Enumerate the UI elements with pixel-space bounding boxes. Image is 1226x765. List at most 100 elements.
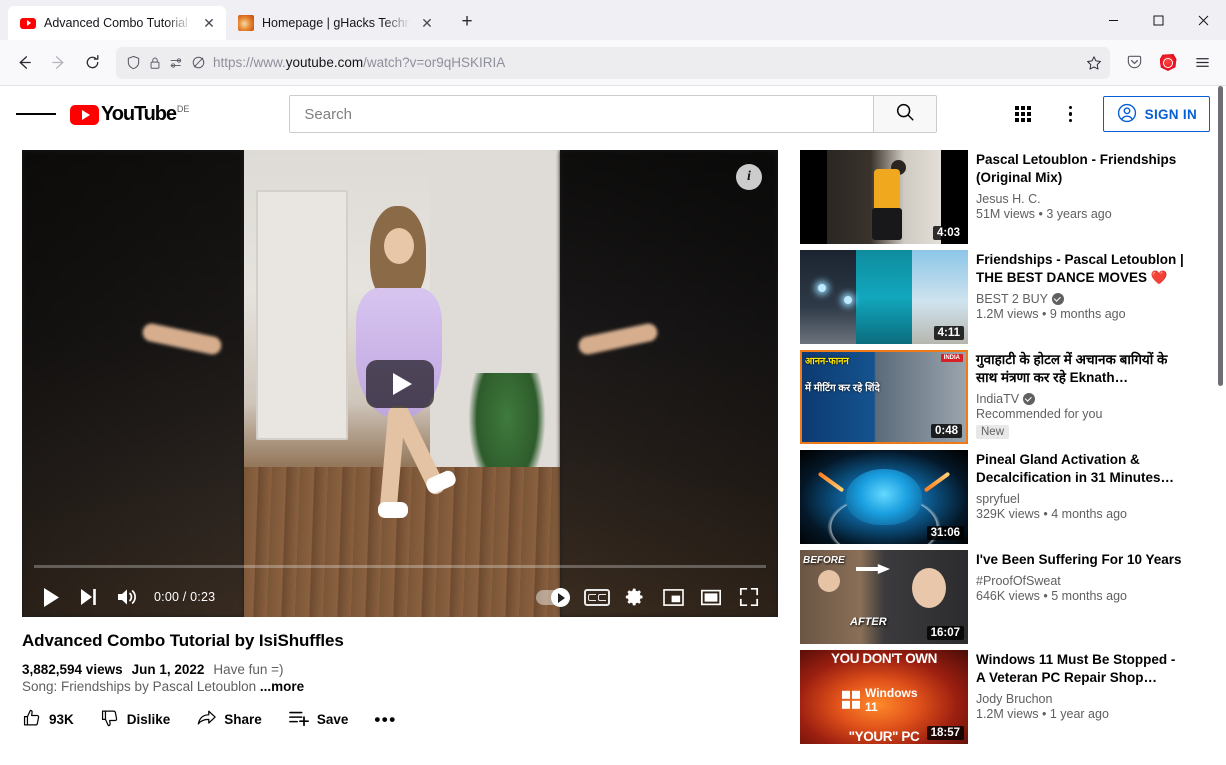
close-icon[interactable]: ✕ (418, 14, 436, 32)
video-title: Advanced Combo Tutorial by IsiShuffles (22, 631, 344, 650)
dislike-button[interactable]: Dislike (100, 708, 171, 731)
captions-button[interactable] (578, 578, 616, 616)
ublock-icon[interactable] (1152, 47, 1184, 79)
thumbnail-text: BEFORE (803, 555, 845, 566)
thumbnail-text: आनन-फानन (805, 356, 849, 367)
view-count: 3,882,594 views (22, 662, 123, 677)
forward-icon[interactable] (42, 47, 74, 79)
channel-name-row: Jody Bruchon (976, 692, 1186, 706)
close-icon[interactable]: ✕ (200, 14, 218, 32)
lock-icon[interactable] (148, 56, 162, 70)
youtube-logo[interactable]: YouTube DE (70, 103, 189, 125)
channel-name-row: BEST 2 BUY (976, 292, 1186, 306)
guide-menu-icon[interactable] (16, 94, 56, 134)
settings-gear-icon[interactable] (616, 578, 654, 616)
url-bar[interactable]: https://www.youtube.com/watch?v=or9qHSKI… (116, 46, 1110, 79)
video-title: Windows 11 Must Be Stopped - A Veteran P… (976, 652, 1176, 686)
sign-in-button[interactable]: SIGN IN (1102, 96, 1210, 132)
video-duration: 4:03 (932, 226, 964, 240)
app-menu-icon[interactable] (1186, 47, 1218, 79)
search-icon (894, 101, 916, 128)
search-button[interactable] (873, 95, 938, 133)
youtube-icon (20, 15, 36, 31)
video-meta: 1.2M views • 9 months ago (976, 307, 1126, 322)
dislike-label: Dislike (126, 712, 171, 727)
thumbnail-logo: INDIA (940, 354, 963, 362)
video-metadata: Advanced Combo Tutorial by IsiShuffles 3… (22, 617, 778, 731)
recommended-video-item[interactable]: आनन-फानन में मीटिंग कर रहे शिंदे INDIA 0… (800, 350, 1186, 444)
video-title: Pascal Letoublon - Friendships (Original… (976, 152, 1177, 186)
apps-grid-icon[interactable] (1003, 94, 1043, 134)
like-button[interactable]: 93K (22, 708, 74, 731)
minimize-button[interactable] (1091, 0, 1136, 40)
recommended-video-item[interactable]: 31:06 Pineal Gland Activation & Decalcif… (800, 450, 1186, 544)
bookmark-star-icon[interactable] (1086, 55, 1102, 71)
save-button[interactable]: Save (288, 708, 348, 731)
video-thumbnail[interactable]: 4:03 (800, 150, 968, 244)
windows-logo-icon: Windows 11 (842, 686, 926, 714)
search-input[interactable]: Search (289, 95, 874, 133)
channel-name: spryfuel (976, 492, 1020, 507)
more-actions-button[interactable]: ••• (374, 710, 396, 730)
video-description: Song: Friendships by Pascal Letoublon ..… (22, 679, 778, 694)
pocket-icon[interactable] (1118, 47, 1150, 79)
new-tab-button[interactable]: + (452, 7, 482, 37)
upload-date: Jun 1, 2022 (131, 662, 205, 677)
permissions-icon[interactable] (169, 56, 184, 70)
window-controls (1091, 0, 1226, 40)
close-window-button[interactable] (1181, 0, 1226, 40)
recommended-video-item[interactable]: BEFORE AFTER 16:07 I've Been Suffering F… (800, 550, 1186, 644)
share-button[interactable]: Share (196, 708, 262, 731)
browser-tab-youtube[interactable]: Advanced Combo Tutorial by Isi ✕ (8, 6, 226, 40)
watch-page-content: i 0:00 / 0:23 Advanced Combo Tutorial by… (0, 142, 1226, 750)
autoplay-toggle[interactable] (528, 578, 578, 616)
progress-bar[interactable] (34, 565, 766, 568)
video-thumbnail[interactable]: आनन-फानन में मीटिंग कर रहे शिंदे INDIA 0… (800, 350, 968, 444)
recommended-video-item[interactable]: 4:03 Pascal Letoublon - Friendships (Ori… (800, 150, 1186, 244)
new-badge: New (976, 425, 1010, 440)
share-label: Share (224, 712, 262, 727)
kebab-menu-icon[interactable] (1051, 94, 1091, 134)
tab-title: Homepage | gHacks Technology (262, 16, 410, 30)
video-title: I've Been Suffering For 10 Years (976, 552, 1182, 567)
shield-icon[interactable] (126, 55, 141, 70)
windows-logo-text: Windows 11 (865, 685, 918, 714)
video-thumbnail[interactable]: 4:11 (800, 250, 968, 344)
theater-mode-button[interactable] (692, 578, 730, 616)
tracking-protection-off-icon[interactable] (191, 55, 206, 70)
country-code: DE (176, 104, 190, 114)
play-button[interactable] (32, 578, 70, 616)
recommended-video-item[interactable]: YOU DON'T OWN Windows 11 "YOUR" PC 18:57… (800, 650, 1186, 744)
maximize-button[interactable] (1136, 0, 1181, 40)
video-player[interactable]: i 0:00 / 0:23 (22, 150, 778, 617)
big-play-button[interactable] (366, 359, 434, 408)
volume-button[interactable] (108, 578, 146, 616)
description-text: Song: Friendships by Pascal Letoublon (22, 679, 257, 694)
video-meta: 329K views • 4 months ago (976, 507, 1127, 522)
channel-name: BEST 2 BUY (976, 292, 1049, 307)
cc-icon (584, 588, 610, 606)
recommended-video-item[interactable]: 4:11 Friendships - Pascal Letoublon | TH… (800, 250, 1186, 344)
fullscreen-button[interactable] (730, 578, 768, 616)
next-video-button[interactable] (70, 578, 108, 616)
video-title: गुवाहाटी के होटल में अचानक बागियों के सा… (976, 352, 1168, 386)
channel-name: Jody Bruchon (976, 692, 1053, 707)
miniplayer-button[interactable] (654, 578, 692, 616)
video-actions: 93K Dislike Share Save ••• (22, 708, 778, 731)
page-scrollbar[interactable] (1217, 86, 1224, 765)
reload-icon[interactable] (76, 47, 108, 79)
video-thumbnail[interactable]: 31:06 (800, 450, 968, 544)
browser-tab-ghacks[interactable]: Homepage | gHacks Technology ✕ (226, 6, 444, 40)
channel-name-row: spryfuel (976, 492, 1186, 506)
youtube-logo-text: YouTube (101, 103, 177, 125)
show-more-link[interactable]: ...more (260, 679, 304, 694)
youtube-masthead: YouTube DE Search SIGN IN (0, 86, 1226, 142)
scrollbar-thumb[interactable] (1218, 86, 1223, 386)
account-avatar-icon (1116, 102, 1138, 127)
back-icon[interactable] (8, 47, 40, 79)
video-thumbnail[interactable]: BEFORE AFTER 16:07 (800, 550, 968, 644)
video-thumbnail[interactable]: YOU DON'T OWN Windows 11 "YOUR" PC 18:57 (800, 650, 968, 744)
player-right-controls (528, 578, 768, 616)
video-info-icon[interactable]: i (736, 164, 762, 190)
share-arrow-icon (196, 708, 217, 731)
